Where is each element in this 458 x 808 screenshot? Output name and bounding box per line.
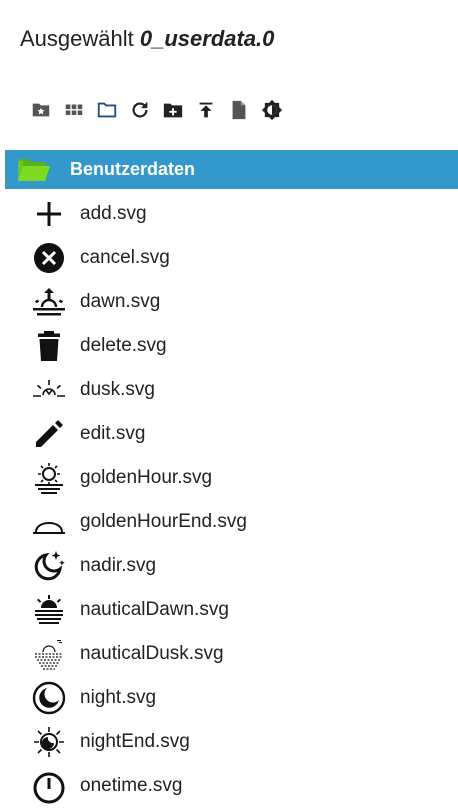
file-name: dusk.svg — [80, 379, 155, 400]
grid-view-button[interactable] — [62, 98, 86, 122]
list-item[interactable]: nadir.svg — [0, 544, 458, 588]
file-name: nauticalDusk.svg — [80, 643, 224, 664]
list-item[interactable]: nauticalDawn.svg — [0, 588, 458, 632]
nautical-dawn-icon — [29, 592, 69, 628]
folder-star-button[interactable] — [29, 98, 53, 122]
upload-icon — [199, 102, 213, 118]
file-name: dawn.svg — [80, 291, 161, 312]
list-item[interactable]: dawn.svg — [0, 280, 458, 324]
grid-view-icon — [65, 104, 83, 116]
toolbar — [29, 98, 293, 122]
folder-star-icon — [32, 103, 50, 117]
folder-outline-icon — [97, 102, 117, 118]
open-folder-icon — [18, 158, 50, 181]
add-folder-button[interactable] — [161, 98, 185, 122]
refresh-button[interactable] — [128, 98, 152, 122]
sunset-icon — [29, 372, 69, 408]
file-name: nightEnd.svg — [80, 731, 190, 752]
list-item[interactable]: goldenHourEnd.svg — [0, 500, 458, 544]
file-name: add.svg — [80, 203, 147, 224]
file-name: cancel.svg — [80, 247, 170, 268]
file-name: delete.svg — [80, 335, 167, 356]
cancel-circle-icon — [29, 240, 69, 276]
page-title: Ausgewählt 0_userdata.0 — [20, 26, 274, 52]
folder-benutzerdaten[interactable]: Benutzerdaten — [5, 150, 458, 189]
list-item[interactable]: delete.svg — [0, 324, 458, 368]
plus-icon — [29, 196, 69, 232]
sun-horizon-icon — [29, 460, 69, 496]
add-folder-icon — [163, 103, 183, 118]
list-item[interactable]: nightEnd.svg — [0, 720, 458, 764]
moon-circle-icon — [29, 680, 69, 716]
list-item[interactable]: add.svg — [0, 192, 458, 236]
file-name: night.svg — [80, 687, 157, 708]
nautical-dusk-icon — [29, 636, 69, 672]
upload-button[interactable] — [194, 98, 218, 122]
file-name: goldenHour.svg — [80, 467, 213, 488]
refresh-icon — [132, 101, 148, 118]
timer-icon — [29, 768, 69, 804]
brightness-button[interactable] — [260, 98, 284, 122]
trash-icon — [29, 328, 69, 364]
file-name: nauticalDawn.svg — [80, 599, 229, 620]
list-item[interactable]: goldenHour.svg — [0, 456, 458, 500]
selected-object-id: 0_userdata.0 — [139, 26, 275, 51]
list-item[interactable]: onetime.svg — [0, 764, 458, 808]
list-item[interactable]: edit.svg — [0, 412, 458, 456]
file-name: goldenHourEnd.svg — [80, 511, 247, 532]
file-name: onetime.svg — [80, 775, 183, 796]
folder-outline-button[interactable] — [95, 98, 119, 122]
file-name: nadir.svg — [80, 555, 157, 576]
pencil-icon — [29, 416, 69, 452]
sunrise-icon — [29, 284, 69, 320]
file-icon — [232, 100, 246, 120]
list-item[interactable]: dusk.svg — [0, 368, 458, 412]
brightness-icon — [261, 99, 283, 121]
list-item[interactable]: night.svg — [0, 676, 458, 720]
moon-stars-icon — [29, 548, 69, 584]
list-item[interactable]: nauticalDusk.svg — [0, 632, 458, 676]
folder-label: Benutzerdaten — [70, 159, 196, 179]
sun-half-icon — [29, 504, 69, 540]
sun-moon-icon — [29, 724, 69, 760]
list-item[interactable]: cancel.svg — [0, 236, 458, 280]
file-list: add.svg cancel.svg dawn.svg delete.svg d… — [0, 192, 458, 808]
file-name: edit.svg — [80, 423, 146, 444]
title-prefix: Ausgewählt — [20, 26, 134, 51]
file-button[interactable] — [227, 98, 251, 122]
